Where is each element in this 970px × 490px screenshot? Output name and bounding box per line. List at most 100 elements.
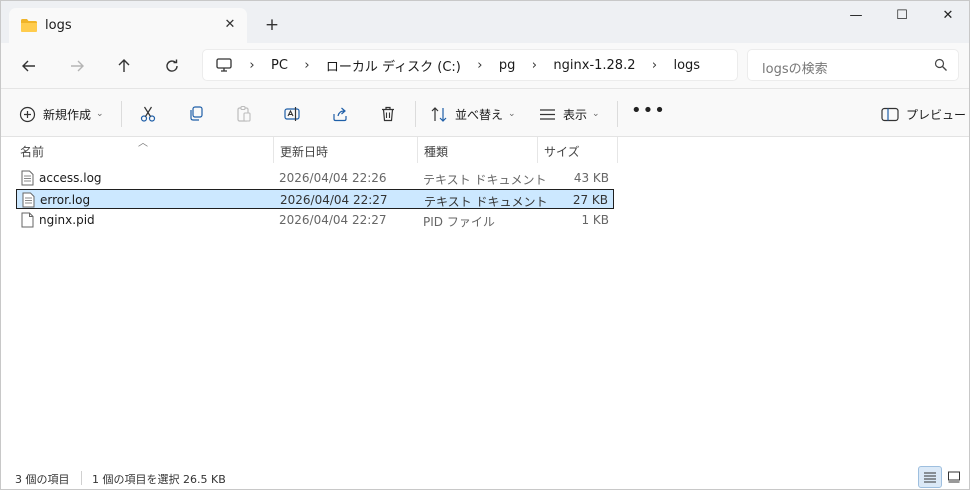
tiles-view-button[interactable] <box>942 466 966 488</box>
delete-button[interactable] <box>375 101 401 127</box>
breadcrumb-pg[interactable]: pg <box>493 58 522 73</box>
sort-button[interactable]: 並べ替え ⌄ <box>430 101 516 127</box>
navigation-bar: › PC › ローカル ディスク (C:) › pg › nginx-1.28.… <box>1 43 969 89</box>
breadcrumb-separator[interactable]: › <box>641 58 667 73</box>
search-icon[interactable] <box>934 58 948 75</box>
file-date: 2026/04/04 22:27 <box>279 213 387 227</box>
file-type: テキスト ドキュメント <box>423 173 547 187</box>
cut-button[interactable] <box>135 101 161 127</box>
rename-icon <box>284 107 300 121</box>
refresh-icon <box>166 59 178 72</box>
view-icon <box>540 108 555 120</box>
item-count: 3 個の項目 <box>15 473 70 486</box>
details-view-icon <box>924 472 936 483</box>
cut-icon <box>140 106 156 122</box>
chevron-down-icon: ⌄ <box>592 109 600 119</box>
column-divider[interactable] <box>537 137 538 163</box>
share-icon <box>333 107 347 122</box>
breadcrumb-logs[interactable]: logs <box>667 58 706 73</box>
new-button[interactable]: 新規作成 ⌄ <box>19 101 104 127</box>
column-header-name[interactable]: 名前 <box>20 143 44 160</box>
preview-pane-icon <box>881 107 899 121</box>
command-bar: 新規作成 ⌄ 並べ替え ⌄ 表示 ⌄ ••• プレビュー <box>1 89 969 137</box>
file-icon <box>21 212 34 231</box>
selection-info: 1 個の項目を選択 26.5 KB <box>92 473 226 486</box>
tab-logs[interactable]: logs ✕ <box>9 8 247 43</box>
column-divider[interactable] <box>617 137 618 163</box>
file-name: access.log <box>39 171 102 185</box>
file-size: 27 KB <box>572 193 608 207</box>
close-window-button[interactable]: ✕ <box>925 1 970 33</box>
column-header-row: ︿ 名前 更新日時 種類 サイズ <box>1 137 969 163</box>
search-placeholder: logsの検索 <box>762 62 828 77</box>
file-type: PID ファイル <box>423 215 495 229</box>
text-file-icon <box>22 192 35 211</box>
breadcrumb-separator[interactable]: › <box>239 58 265 73</box>
file-name: nginx.pid <box>39 213 95 227</box>
back-button[interactable] <box>14 51 44 81</box>
search-box[interactable]: logsの検索 <box>747 49 959 81</box>
copy-icon <box>190 106 203 121</box>
breadcrumb-local-disk[interactable]: ローカル ディスク (C:) <box>320 56 467 75</box>
computer-icon[interactable] <box>215 57 233 73</box>
more-options-button[interactable]: ••• <box>631 100 666 121</box>
sort-icon <box>431 106 447 122</box>
minimize-button[interactable]: — <box>833 1 879 33</box>
column-divider[interactable] <box>417 137 418 163</box>
preview-button-label: プレビュー <box>906 107 967 122</box>
paste-button[interactable] <box>231 101 257 127</box>
column-header-date[interactable]: 更新日時 <box>280 143 328 160</box>
paste-icon <box>237 105 251 122</box>
chevron-down-icon: ⌄ <box>508 109 516 119</box>
view-button[interactable]: 表示 ⌄ <box>539 101 600 127</box>
tiles-view-icon <box>948 471 960 483</box>
view-button-label: 表示 <box>563 107 588 122</box>
chevron-down-icon: ⌄ <box>96 109 104 119</box>
back-arrow-icon <box>22 60 35 72</box>
column-divider[interactable] <box>273 137 274 163</box>
breadcrumb-separator[interactable]: › <box>294 58 320 73</box>
address-bar[interactable]: › PC › ローカル ディスク (C:) › pg › nginx-1.28.… <box>202 49 738 81</box>
copy-button[interactable] <box>183 101 209 127</box>
file-type: テキスト ドキュメント <box>424 195 548 209</box>
status-bar: 3 個の項目 1 個の項目を選択 26.5 KB <box>1 465 969 489</box>
tab-strip: logs ✕ + — ☐ ✕ <box>1 1 969 43</box>
new-button-label: 新規作成 <box>43 107 92 122</box>
refresh-button[interactable] <box>157 51 187 81</box>
explorer-window: logs ✕ + — ☐ ✕ › PC › ローカル ディスク (C:) › p… <box>0 0 970 490</box>
sort-button-label: 並べ替え <box>455 107 504 122</box>
file-row-error-log[interactable]: error.log 2026/04/04 22:27 テキスト ドキュメント 2… <box>16 189 614 209</box>
add-circle-icon <box>19 106 36 122</box>
breadcrumb-nginx[interactable]: nginx-1.28.2 <box>547 58 641 73</box>
text-file-icon <box>21 170 34 189</box>
file-size: 1 KB <box>581 213 609 227</box>
close-tab-icon[interactable]: ✕ <box>219 14 241 36</box>
status-divider <box>81 471 82 485</box>
column-header-type[interactable]: 種類 <box>424 143 448 160</box>
toolbar-divider <box>617 101 618 127</box>
forward-arrow-icon <box>71 60 84 72</box>
forward-button[interactable] <box>62 51 92 81</box>
up-arrow-icon <box>118 59 130 72</box>
share-button[interactable] <box>327 101 353 127</box>
trash-icon <box>382 106 394 122</box>
rename-button[interactable] <box>279 101 305 127</box>
maximize-button[interactable]: ☐ <box>879 1 925 33</box>
folder-icon <box>20 18 38 36</box>
file-name: error.log <box>40 193 91 207</box>
file-row-access-log[interactable]: access.log 2026/04/04 22:26 テキスト ドキュメント … <box>16 168 614 188</box>
up-button[interactable] <box>109 51 139 81</box>
details-view-button[interactable] <box>918 466 942 488</box>
file-row-nginx-pid[interactable]: nginx.pid 2026/04/04 22:27 PID ファイル 1 KB <box>16 210 614 230</box>
preview-button[interactable]: プレビュー <box>881 101 966 127</box>
breadcrumb-pc[interactable]: PC <box>265 58 294 73</box>
breadcrumb-separator[interactable]: › <box>521 58 547 73</box>
file-date: 2026/04/04 22:26 <box>279 171 387 185</box>
breadcrumb-separator[interactable]: › <box>467 58 493 73</box>
file-date: 2026/04/04 22:27 <box>280 193 388 207</box>
column-header-size[interactable]: サイズ <box>544 143 580 160</box>
tab-title: logs <box>45 18 72 33</box>
sort-ascending-icon: ︿ <box>138 138 148 149</box>
toolbar-divider <box>121 101 122 127</box>
new-tab-button[interactable]: + <box>259 13 285 39</box>
